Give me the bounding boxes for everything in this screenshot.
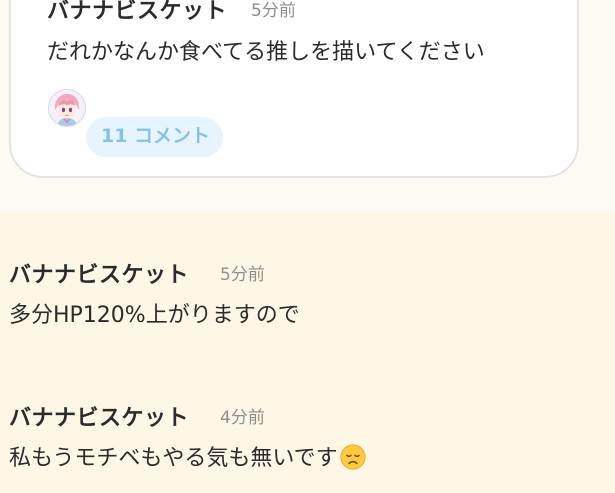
post-author[interactable]: バナナビスケット bbox=[47, 0, 227, 25]
post-area: バナナビスケット 5分前 だれかなんか食べてる推しを描いてください 11 コメン… bbox=[0, 0, 615, 212]
reply-timestamp: 5分前 bbox=[220, 265, 265, 285]
disappointed-face-icon bbox=[340, 444, 366, 470]
post-timestamp: 5分前 bbox=[251, 1, 296, 21]
post-body: だれかなんか食べてる推しを描いてください bbox=[47, 40, 485, 65]
anime-avatar-icon bbox=[49, 90, 85, 126]
post-card[interactable]: バナナビスケット 5分前 だれかなんか食べてる推しを描いてください bbox=[9, 0, 579, 178]
reply-author[interactable]: バナナビスケット bbox=[9, 400, 189, 432]
reply-message: 私もうモチベもやる気も無いです bbox=[9, 440, 366, 472]
reply-text: 多分HP120%上がりますので bbox=[9, 303, 300, 328]
comment-count-label[interactable]: 11 コメント bbox=[101, 121, 210, 148]
reply-author[interactable]: バナナビスケット bbox=[9, 257, 189, 289]
reply-timestamp: 4分前 bbox=[220, 408, 265, 428]
reply-text: 私もうモチベもやる気も無いです bbox=[9, 446, 338, 471]
avatar[interactable] bbox=[48, 89, 86, 127]
